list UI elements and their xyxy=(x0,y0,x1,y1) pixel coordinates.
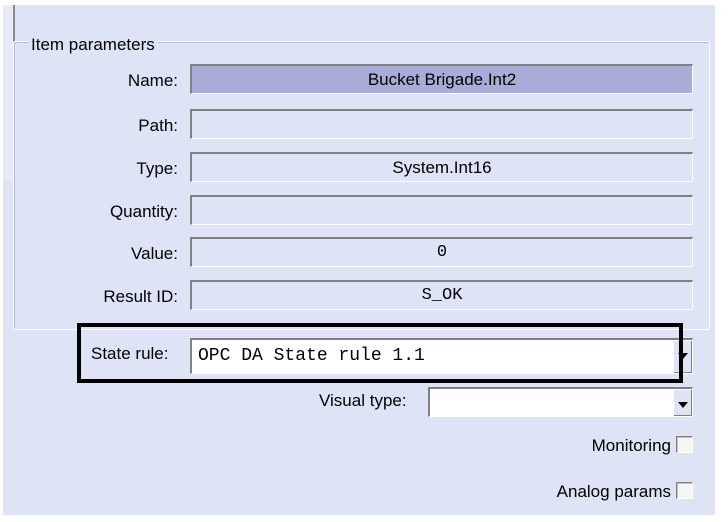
visual-type-select[interactable] xyxy=(428,387,693,417)
result-id-field[interactable]: S_OK xyxy=(190,280,693,310)
result-id-label: Result ID: xyxy=(103,287,178,306)
monitoring-checkbox[interactable] xyxy=(676,436,693,453)
analog-params-label: Analog params xyxy=(556,482,671,501)
field-row-type: Type: System.Int16 xyxy=(3,152,715,184)
monitoring-row: Monitoring xyxy=(592,436,693,456)
field-row-name: Name: Bucket Brigade.Int2 xyxy=(3,64,715,96)
path-label: Path: xyxy=(138,116,178,135)
group-title: Item parameters xyxy=(28,35,158,55)
field-row-quantity: Quantity: xyxy=(3,195,715,227)
field-row-result-id: Result ID: S_OK xyxy=(3,280,715,312)
path-field[interactable] xyxy=(190,109,693,139)
chevron-down-icon[interactable] xyxy=(673,389,692,416)
highlight-frame xyxy=(77,323,683,383)
analog-params-row: Analog params xyxy=(557,482,693,502)
monitoring-label: Monitoring xyxy=(591,436,671,455)
type-label: Type: xyxy=(136,159,178,178)
type-field[interactable]: System.Int16 xyxy=(190,152,693,182)
value-label: Value: xyxy=(131,244,178,263)
visual-type-label: Visual type: xyxy=(319,391,407,410)
field-row-path: Path: xyxy=(3,109,715,141)
analog-params-checkbox[interactable] xyxy=(676,482,693,499)
quantity-label: Quantity: xyxy=(109,202,178,221)
quantity-field[interactable] xyxy=(190,195,693,225)
field-row-value: Value: 0 xyxy=(3,237,715,269)
name-field[interactable]: Bucket Brigade.Int2 xyxy=(190,64,693,94)
item-parameters-panel: Item parameters Name: Bucket Brigade.Int… xyxy=(3,5,715,515)
name-label: Name: xyxy=(127,71,178,90)
value-field[interactable]: 0 xyxy=(190,237,693,267)
